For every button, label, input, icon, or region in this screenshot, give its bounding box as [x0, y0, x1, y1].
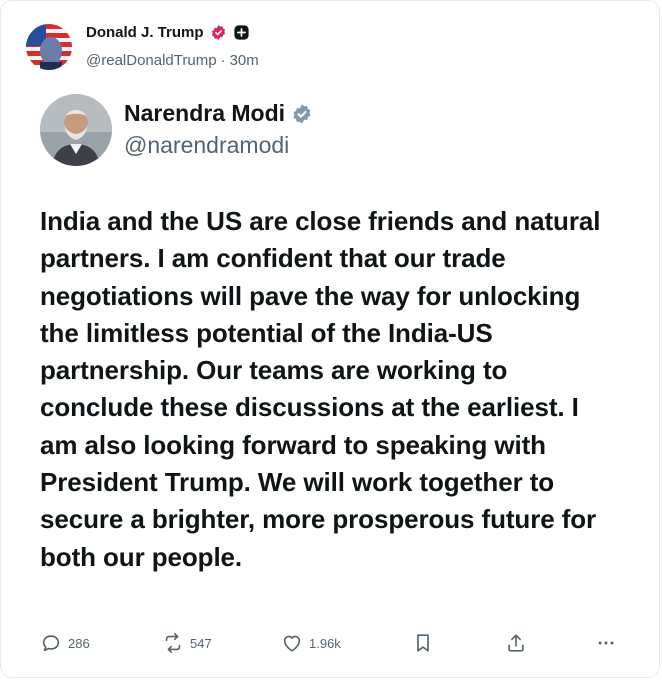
more-icon: [598, 641, 614, 645]
bookmark-button[interactable]: [412, 632, 434, 654]
reply-count: 286: [68, 635, 90, 651]
meta-separator: ·: [220, 52, 226, 69]
quoted-author-name[interactable]: Narendra Modi: [124, 100, 285, 127]
share-icon: [508, 634, 524, 652]
bookmark-icon: [417, 634, 429, 652]
quoted-author-handle[interactable]: @narendramodi: [124, 132, 289, 159]
author-handle[interactable]: @realDonaldTrump: [86, 52, 217, 69]
verified-badge-icon: [210, 24, 227, 41]
repost-count: 547: [190, 635, 212, 651]
follow-plus-icon[interactable]: [233, 24, 250, 41]
modi-avatar[interactable]: [40, 94, 112, 166]
repost-icon: [165, 633, 181, 653]
post-time[interactable]: 30m: [230, 52, 259, 69]
author-name[interactable]: Donald J. Trump: [86, 24, 204, 41]
like-count: 1.96k: [309, 635, 341, 651]
more-button[interactable]: [595, 632, 617, 654]
avatar-image: [26, 24, 72, 70]
action-bar: 286 547 1.96k: [40, 632, 628, 662]
reply-button[interactable]: 286: [40, 632, 90, 654]
trump-avatar[interactable]: [26, 24, 72, 70]
avatar-image: [40, 94, 112, 166]
verified-check-icon: [291, 103, 313, 125]
post-meta: @realDonaldTrump · 30m: [86, 52, 259, 69]
share-button[interactable]: [505, 632, 527, 654]
like-icon: [283, 635, 301, 652]
reply-icon: [42, 635, 60, 652]
post-body-text: India and the US are close friends and n…: [40, 206, 601, 572]
repost-button[interactable]: 547: [162, 632, 212, 654]
like-button[interactable]: 1.96k: [281, 632, 341, 654]
